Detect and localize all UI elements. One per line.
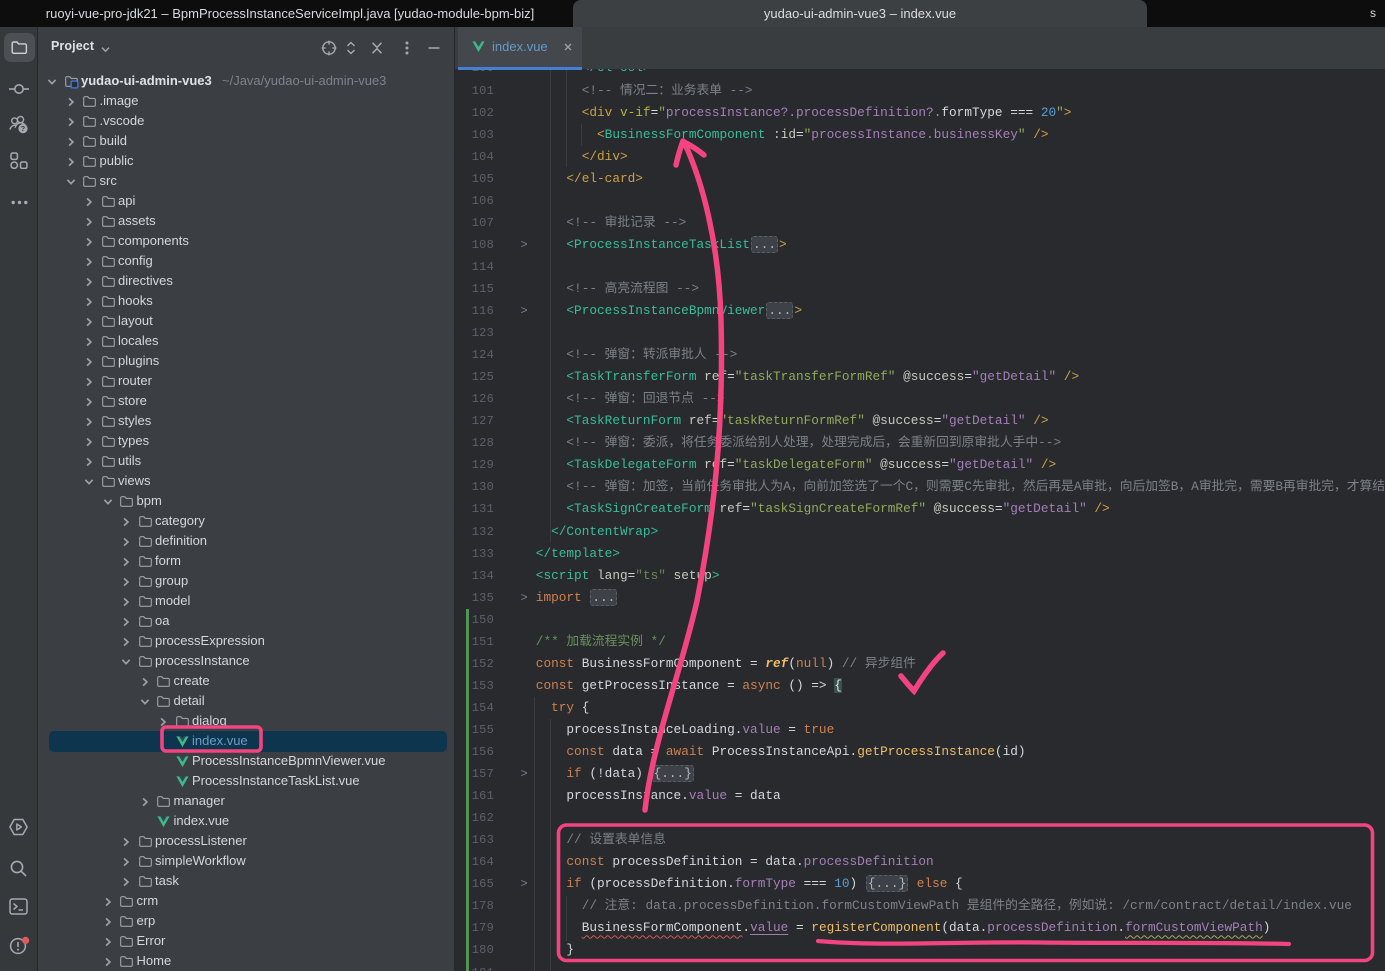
svg-text:?: ? (21, 124, 25, 133)
